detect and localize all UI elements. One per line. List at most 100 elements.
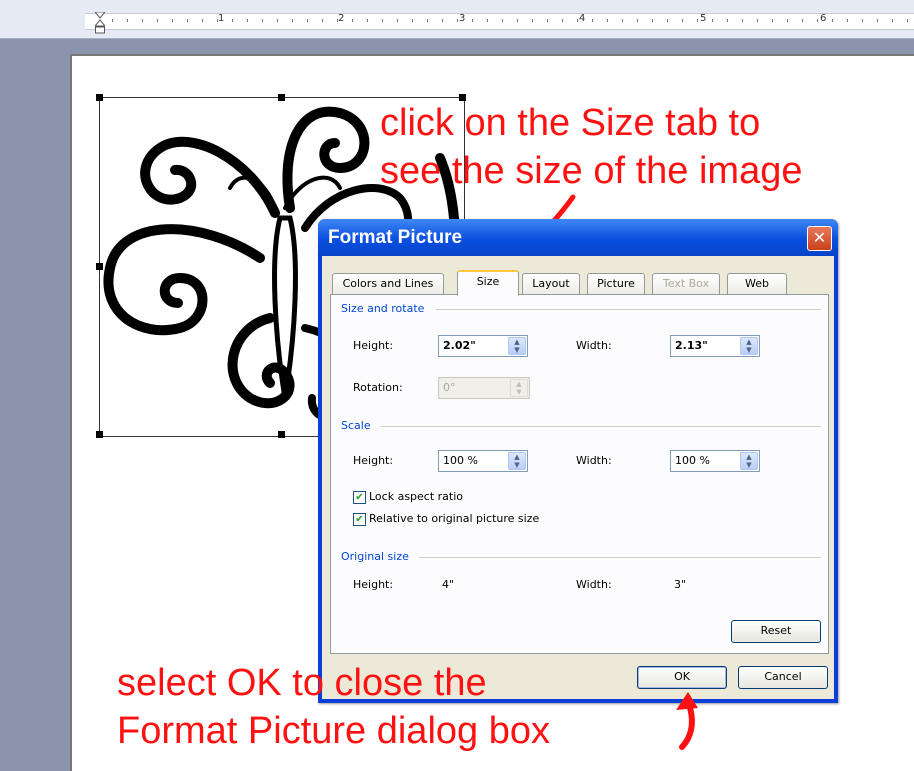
resize-handle[interactable] [278,94,285,101]
rotation-label: Rotation: [353,381,403,394]
ruler-tick [217,19,218,22]
ruler-tick [277,19,278,22]
reset-button[interactable]: Reset [731,620,821,643]
scale-width-label: Width: [576,454,612,467]
ruler-tick [397,19,398,22]
ruler-tick [802,19,803,22]
resize-handle[interactable] [96,431,103,438]
ruler-tick [112,19,113,22]
ruler-tick [157,19,158,22]
divider [419,557,821,558]
annotation-ok-line1: select OK to close the [117,662,487,704]
original-height-value: 4" [442,578,455,591]
resize-handle[interactable] [459,94,466,101]
scale-height-value: 100 % [443,454,478,467]
ruler-tick [262,19,263,22]
tab-layout[interactable]: Layout [522,273,580,295]
ruler-number: 1 [218,13,225,24]
indent-marker-icon[interactable] [95,12,105,34]
size-width-value: 2.13" [675,339,708,352]
spin-arrows-icon[interactable]: ▲ ▼ [740,452,758,470]
scale-height-input[interactable]: 100 % ▲ ▼ [438,450,528,472]
spin-arrows-icon[interactable]: ▲ ▼ [740,337,758,355]
ruler-tick [367,19,368,22]
ruler-tick [907,19,908,22]
tab-text-box: Text Box [652,273,720,295]
close-icon[interactable]: ✕ [807,226,832,251]
ruler-tick [757,19,758,22]
ruler-tick [652,19,653,22]
ruler-tick [682,19,683,22]
divider [381,426,821,427]
ruler-tick [847,19,848,22]
original-width-label: Width: [576,578,612,591]
ruler-tick [667,19,668,22]
format-picture-dialog: Format Picture ✕ Colors and Lines Size L… [318,219,838,703]
spin-arrows-icon[interactable]: ▲ ▼ [508,452,526,470]
rotation-input: 0° ▲ ▼ [438,377,530,399]
horizontal-ruler[interactable]: 1 2 3 4 5 6 [0,0,914,39]
rotation-value: 0° [443,381,456,394]
red-up-arrow-icon [676,692,698,750]
ruler-tick [727,19,728,22]
ruler-tick [547,19,548,22]
original-size-group-title: Original size [341,550,409,563]
ruler-tick [127,19,128,22]
ruler-tick [532,19,533,22]
divider [436,309,821,310]
size-rotate-group-title: Size and rotate [341,302,425,315]
ruler-tick [457,19,458,22]
size-width-label: Width: [576,339,612,352]
ruler-tick [202,19,203,22]
ruler-number: 4 [579,13,586,24]
ruler-number: 6 [820,13,827,24]
ok-button[interactable]: OK [637,666,727,689]
resize-handle[interactable] [278,431,285,438]
cancel-button[interactable]: Cancel [738,666,828,689]
original-height-label: Height: [353,578,394,591]
annotation-ok-line2: Format Picture dialog box [117,710,550,752]
ruler-tick [622,19,623,22]
ruler-tick [172,19,173,22]
ruler-tick [712,19,713,22]
scale-width-input[interactable]: 100 % ▲ ▼ [670,450,760,472]
ruler-tick [577,19,578,22]
annotation-size-tab-line1: click on the Size tab to [380,102,761,144]
ruler-tick [187,19,188,22]
tab-size[interactable]: Size [457,270,519,296]
scale-group-title: Scale [341,419,371,432]
ruler-tick [142,19,143,22]
ruler-strip [85,13,914,30]
tab-picture[interactable]: Picture [587,273,645,295]
ruler-tick [412,19,413,22]
ruler-tick [787,19,788,22]
size-height-value: 2.02" [443,339,476,352]
ruler-tick [817,19,818,22]
ruler-tick [742,19,743,22]
size-width-input[interactable]: 2.13" ▲ ▼ [670,335,760,357]
size-height-input[interactable]: 2.02" ▲ ▼ [438,335,528,357]
tab-colors-and-lines[interactable]: Colors and Lines [332,273,444,295]
ruler-tick [892,19,893,22]
lock-aspect-label: Lock aspect ratio [369,490,464,503]
tab-web[interactable]: Web [727,273,787,295]
ruler-number: 5 [700,13,707,24]
ruler-tick [352,19,353,22]
relative-size-checkbox[interactable]: ✔ [353,513,366,526]
ruler-tick [562,19,563,22]
spin-arrows-icon[interactable]: ▲ ▼ [508,337,526,355]
ruler-tick [862,19,863,22]
lock-aspect-checkbox[interactable]: ✔ [353,491,366,504]
ruler-tick [382,19,383,22]
resize-handle[interactable] [96,263,103,270]
dialog-title: Format Picture [328,227,463,248]
ruler-tick [832,19,833,22]
size-tab-panel: Size and rotate Height: 2.02" ▲ ▼ Width: … [330,294,829,654]
ruler-tick [502,19,503,22]
ruler-tick [292,19,293,22]
ruler-tick [517,19,518,22]
ruler-tick [472,19,473,22]
ruler-tick [247,19,248,22]
dialog-title-bar[interactable]: Format Picture ✕ [318,219,838,256]
resize-handle[interactable] [96,94,103,101]
